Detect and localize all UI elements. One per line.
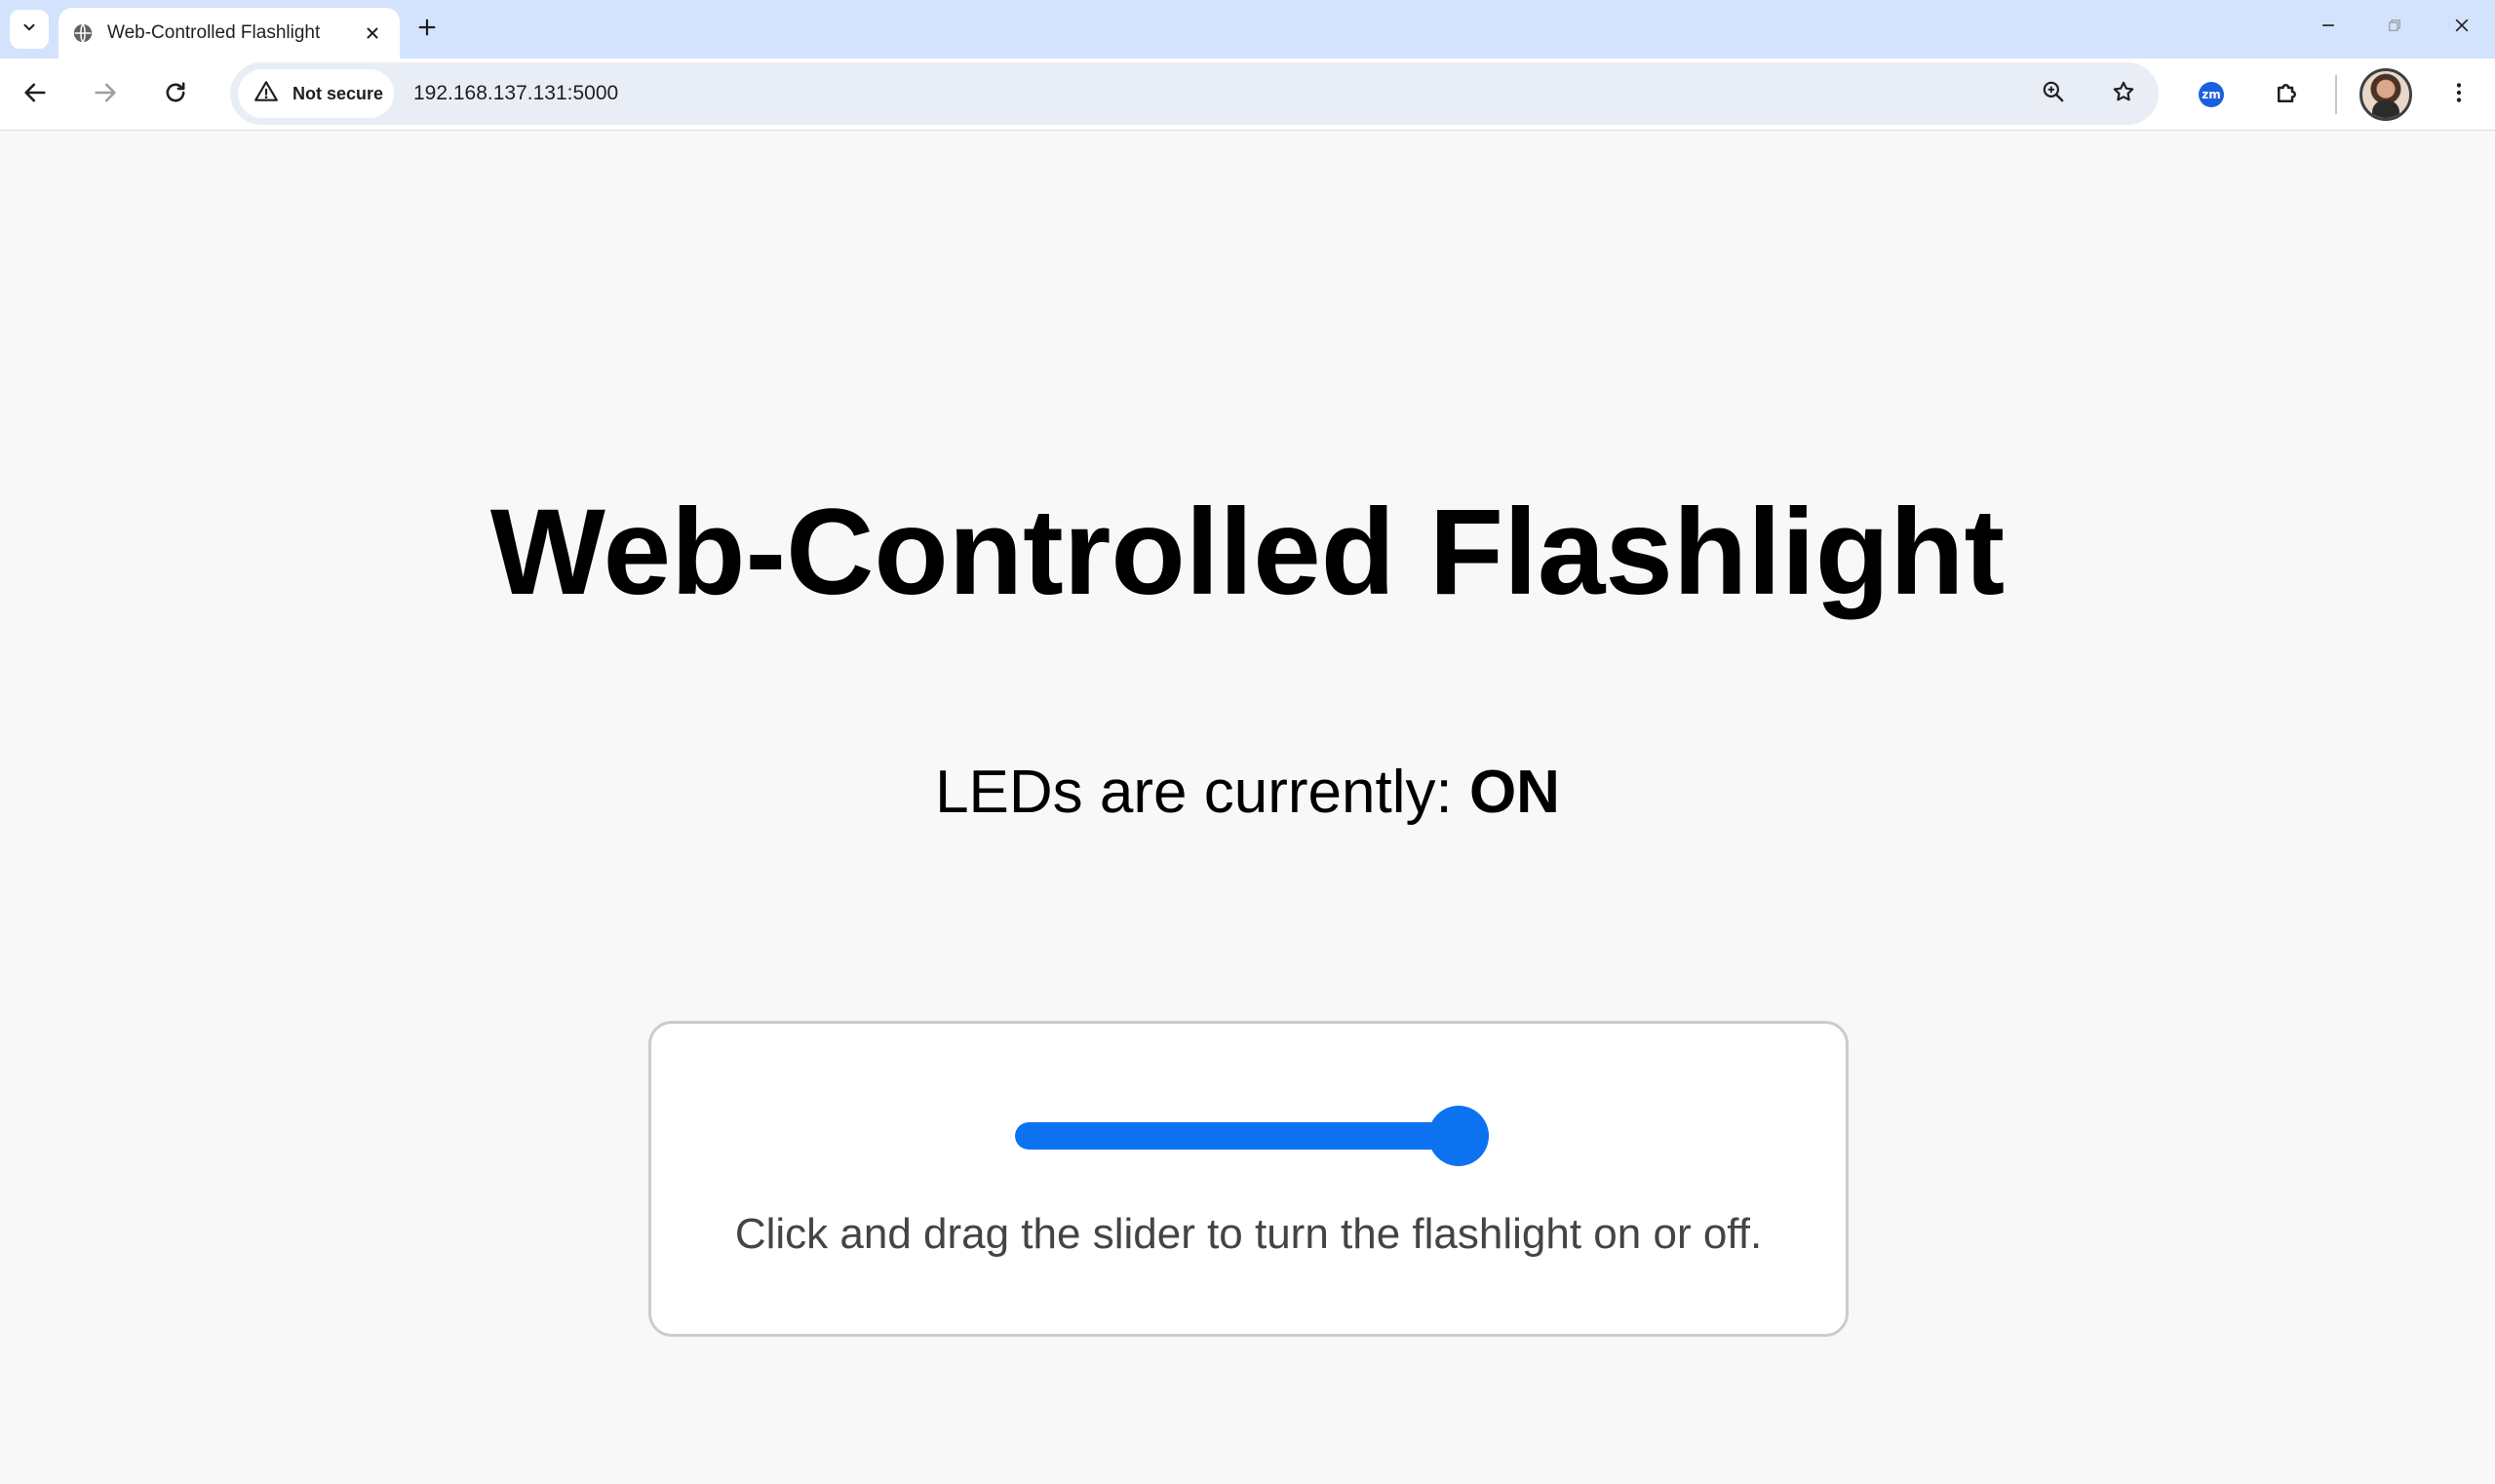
bookmark-button[interactable] (2102, 72, 2145, 115)
led-status: LEDs are currently: ON (0, 762, 2495, 823)
arrow-right-icon (92, 79, 119, 111)
minimize-icon (2319, 16, 2338, 40)
slider-fill (1015, 1122, 1489, 1150)
url-text[interactable]: 192.168.137.131:5000 (413, 82, 618, 105)
close-icon (2452, 16, 2472, 40)
tab-title: Web-Controlled Flashlight (107, 22, 321, 43)
zoom-extension-button[interactable]: zm (2190, 73, 2233, 116)
zoom-button[interactable] (2032, 72, 2075, 115)
toolbar-divider (2335, 75, 2337, 114)
tab-search-button[interactable] (10, 10, 49, 49)
extensions-button[interactable] (2266, 73, 2309, 116)
flashlight-slider[interactable] (1015, 1106, 1489, 1166)
page-content: Web-Controlled Flashlight LEDs are curre… (0, 131, 2495, 1484)
plus-icon (416, 17, 438, 43)
slider-track[interactable] (1015, 1122, 1489, 1150)
globe-icon (72, 22, 94, 44)
chevron-down-icon (20, 19, 38, 41)
browser-tab[interactable]: Web-Controlled Flashlight (58, 8, 400, 59)
tab-strip: Web-Controlled Flashlight (0, 0, 2495, 59)
back-button[interactable] (14, 73, 57, 116)
browser-toolbar: Not secure 192.168.137.131:5000 zm (0, 59, 2495, 131)
more-vert-icon (2446, 80, 2472, 110)
status-value: ON (1468, 759, 1560, 826)
new-tab-button[interactable] (411, 14, 443, 45)
security-indicator[interactable]: Not secure (238, 69, 394, 118)
page-title: Web-Controlled Flashlight (489, 485, 2006, 620)
profile-avatar[interactable] (2359, 68, 2412, 121)
zoom-extension-icon: zm (2199, 82, 2224, 107)
slider-hint: Click and drag the slider to turn the fl… (734, 1210, 1763, 1258)
restore-button[interactable] (2365, 6, 2424, 49)
control-card: Click and drag the slider to turn the fl… (648, 1021, 1849, 1337)
restore-icon (2386, 17, 2403, 39)
close-tab-icon[interactable] (359, 20, 386, 47)
browser-menu-button[interactable] (2437, 73, 2480, 116)
status-label: LEDs are currently: (935, 759, 1453, 826)
star-icon (2111, 79, 2136, 109)
zoom-in-icon (2041, 79, 2066, 109)
reload-icon (162, 79, 189, 111)
address-bar[interactable]: Not secure 192.168.137.131:5000 (230, 62, 2159, 125)
close-window-button[interactable] (2433, 6, 2491, 49)
arrow-left-icon (21, 79, 49, 111)
minimize-button[interactable] (2299, 6, 2358, 49)
forward-button[interactable] (84, 73, 127, 116)
puzzle-icon (2273, 78, 2302, 112)
warning-icon (253, 79, 279, 109)
reload-button[interactable] (154, 73, 197, 116)
slider-thumb[interactable] (1428, 1106, 1489, 1166)
security-label: Not secure (292, 83, 384, 103)
